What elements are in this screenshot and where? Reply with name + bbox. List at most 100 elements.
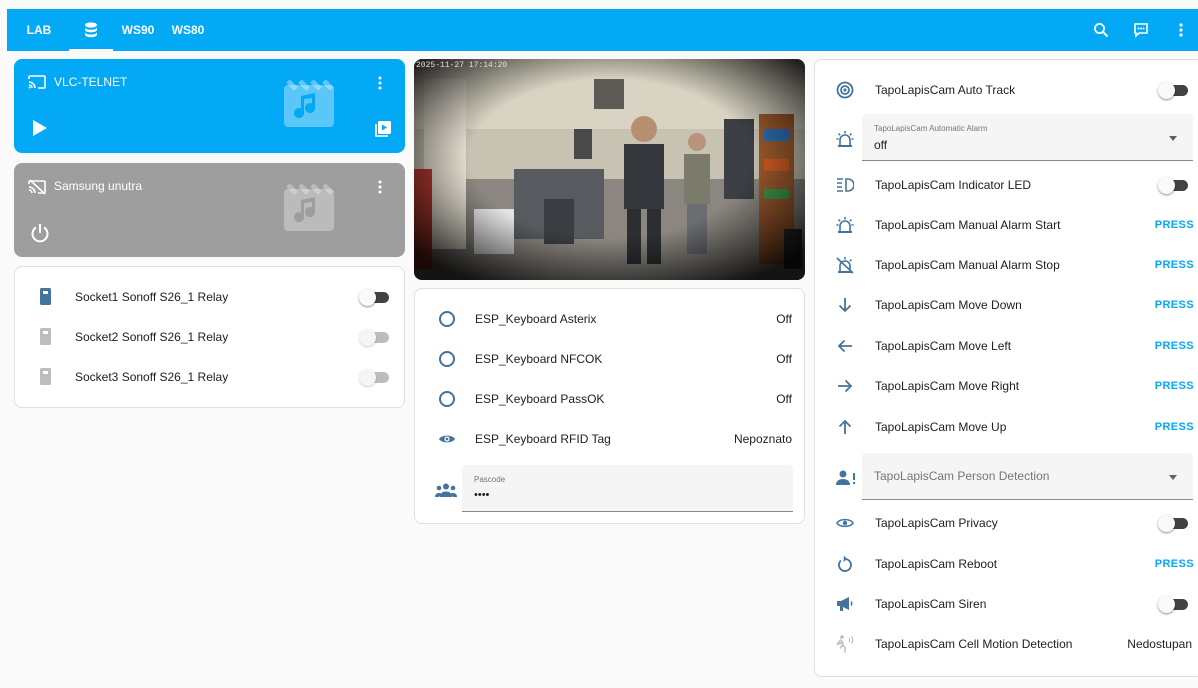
camera-feed[interactable]: 2025-11-27 17:14:20 <box>414 59 805 280</box>
camera-image: 2025-11-27 17:14:20 <box>414 59 805 280</box>
media-title: Samsung unutra <box>54 179 143 193</box>
move-down-press-button[interactable]: PRESS <box>1155 299 1194 311</box>
circle-outline-icon <box>439 351 455 367</box>
power-socket-icon <box>40 288 51 305</box>
keyboard-card: ESP_Keyboard Asterix Off ESP_Keyboard NF… <box>414 288 805 524</box>
movie-music-icon <box>284 183 334 231</box>
move-down-row: TapoLapisCam Move Down PRESS <box>815 285 1198 325</box>
socket-toggle[interactable] <box>359 289 389 306</box>
tab-lab[interactable]: LAB <box>17 9 61 51</box>
automatic-alarm-value: off <box>874 138 888 152</box>
media-player-card-samsung[interactable]: Samsung unutra <box>14 163 405 257</box>
alarm-start-label: TapoLapisCam Manual Alarm Start <box>875 218 1061 232</box>
power-socket-icon <box>40 328 51 345</box>
socket-toggle[interactable] <box>359 369 389 386</box>
arrow-left-icon <box>837 339 852 353</box>
target-account-icon <box>836 81 854 99</box>
socket-label: Socket1 Sonoff S26_1 Relay <box>75 290 229 304</box>
automatic-alarm-select[interactable]: TapoLapisCam Automatic Alarm off <box>862 114 1193 161</box>
move-up-press-button[interactable]: PRESS <box>1155 421 1194 433</box>
alarm-stop-press-button[interactable]: PRESS <box>1155 259 1194 271</box>
privacy-toggle[interactable] <box>1158 515 1188 532</box>
arrow-down-icon <box>838 298 852 313</box>
play-icon[interactable] <box>32 119 48 137</box>
tab-ws90[interactable]: WS90 <box>115 9 161 51</box>
indicator-led-toggle[interactable] <box>1158 177 1188 194</box>
move-left-press-button[interactable]: PRESS <box>1155 340 1194 352</box>
cell-motion-row: TapoLapisCam Cell Motion Detection Nedos… <box>815 624 1198 664</box>
person-detection-select[interactable]: TapoLapisCam Person Detection <box>862 453 1193 500</box>
reboot-row: TapoLapisCam Reboot PRESS <box>815 544 1198 584</box>
pascode-value: •••• <box>474 489 490 501</box>
move-left-label: TapoLapisCam Move Left <box>875 339 1012 353</box>
keyboard-label: ESP_Keyboard NFCOK <box>475 352 603 366</box>
account-group-icon <box>435 483 457 497</box>
pascode-label: Pascode <box>474 475 506 484</box>
circle-outline-icon <box>439 391 455 407</box>
move-right-row: TapoLapisCam Move Right PRESS <box>815 366 1198 406</box>
tab-ws80[interactable]: WS80 <box>165 9 211 51</box>
socket-row: Socket1 Sonoff S26_1 Relay <box>15 277 404 317</box>
auto-track-label: TapoLapisCam Auto Track <box>875 83 1016 97</box>
move-up-row: TapoLapisCam Move Up PRESS <box>815 407 1198 447</box>
siren-toggle[interactable] <box>1158 596 1188 613</box>
bullhorn-icon <box>837 597 853 611</box>
search-icon[interactable] <box>1089 18 1113 42</box>
keyboard-row[interactable]: ESP_Keyboard NFCOK Off <box>415 339 804 379</box>
top-app-bar: LAB WS90 WS80 <box>7 9 1198 51</box>
move-down-label: TapoLapisCam Move Down <box>875 298 1022 312</box>
siren-label: TapoLapisCam Siren <box>875 597 987 611</box>
keyboard-row[interactable]: ESP_Keyboard PassOK Off <box>415 379 804 419</box>
indicator-led-label: TapoLapisCam Indicator LED <box>875 178 1032 192</box>
cast-icon <box>28 75 46 89</box>
chat-icon[interactable] <box>1129 18 1153 42</box>
tapo-camera-card: TapoLapisCam Auto Track TapoLapisCam Aut… <box>814 59 1198 677</box>
indicator-led-row: TapoLapisCam Indicator LED <box>815 165 1198 205</box>
keyboard-row[interactable]: ESP_Keyboard RFID Tag Nepoznato <box>415 419 804 459</box>
keyboard-value: Off <box>776 312 792 326</box>
alarm-start-press-button[interactable]: PRESS <box>1155 219 1194 231</box>
privacy-row: TapoLapisCam Privacy <box>815 503 1198 543</box>
keyboard-label: ESP_Keyboard PassOK <box>475 392 605 406</box>
siren-row: TapoLapisCam Siren <box>815 584 1198 624</box>
camera-timestamp: 2025-11-27 17:14:20 <box>416 61 507 70</box>
circle-outline-icon <box>439 311 455 327</box>
pascode-field[interactable]: Pascode •••• <box>462 465 793 512</box>
keyboard-row[interactable]: ESP_Keyboard Asterix Off <box>415 299 804 339</box>
move-right-label: TapoLapisCam Move Right <box>875 379 1020 393</box>
eye-icon <box>439 435 455 443</box>
alarm-light-icon <box>836 131 854 147</box>
alarm-start-row: TapoLapisCam Manual Alarm Start PRESS <box>815 205 1198 245</box>
person-detection-label: TapoLapisCam Person Detection <box>874 469 1050 483</box>
more-vert-icon[interactable] <box>1169 18 1193 42</box>
more-vert-icon[interactable] <box>377 75 383 91</box>
reboot-label: TapoLapisCam Reboot <box>875 557 998 571</box>
socket-toggle[interactable] <box>359 329 389 346</box>
move-right-press-button[interactable]: PRESS <box>1155 380 1194 392</box>
account-alert-icon <box>836 470 855 485</box>
tab-database[interactable] <box>69 9 113 51</box>
keyboard-label: ESP_Keyboard RFID Tag <box>475 432 611 446</box>
auto-track-row: TapoLapisCam Auto Track <box>815 70 1198 110</box>
power-icon[interactable] <box>30 223 50 243</box>
reboot-press-button[interactable]: PRESS <box>1155 558 1194 570</box>
socket-row: Socket3 Sonoff S26_1 Relay <box>15 357 404 397</box>
chevron-down-icon <box>1169 136 1177 141</box>
move-up-label: TapoLapisCam Move Up <box>875 420 1007 434</box>
socket-label: Socket2 Sonoff S26_1 Relay <box>75 330 229 344</box>
automatic-alarm-label: TapoLapisCam Automatic Alarm <box>874 124 988 133</box>
keyboard-label: ESP_Keyboard Asterix <box>475 312 597 326</box>
cell-motion-value: Nedostupan <box>1127 637 1192 651</box>
keyboard-value: Nepoznato <box>733 432 792 446</box>
more-vert-icon[interactable] <box>377 179 383 195</box>
auto-track-toggle[interactable] <box>1158 82 1188 99</box>
power-socket-icon <box>40 368 51 385</box>
led-icon <box>837 178 854 192</box>
media-player-card-vlc[interactable]: VLC-TELNET <box>14 59 405 153</box>
keyboard-value: Off <box>776 392 792 406</box>
alarm-light-off-icon <box>836 257 854 274</box>
database-icon <box>85 22 97 38</box>
playlist-icon[interactable] <box>375 121 391 137</box>
active-tab-indicator <box>69 49 113 51</box>
restart-icon <box>838 555 852 572</box>
